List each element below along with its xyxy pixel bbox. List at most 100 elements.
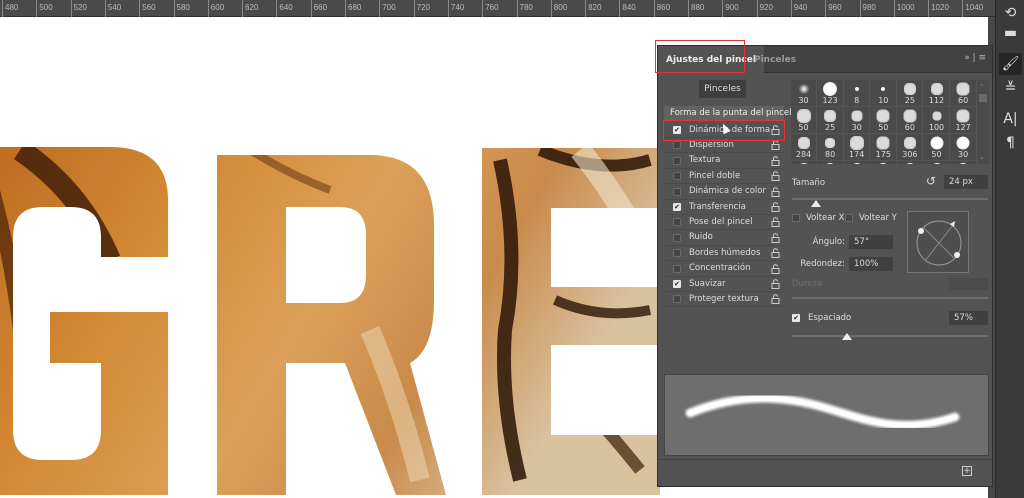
brush-preset[interactable]: 60 [950,80,977,107]
brush-option-2[interactable]: Textura [664,154,784,169]
brush-preset[interactable]: 306 [897,134,924,161]
flip-x-label: Voltear X [806,213,845,223]
spacing-slider-thumb[interactable] [841,333,852,340]
size-input[interactable]: 24 px [944,175,988,189]
spacing-input[interactable]: 57% [949,311,988,325]
brush-option-5[interactable]: ✔ Transferencia [664,200,784,215]
option-checkbox[interactable] [673,264,681,273]
brush-preset[interactable]: 127 [950,107,977,134]
reset-size-icon[interactable]: ↺ [926,174,936,188]
spacing-slider[interactable] [792,333,988,340]
option-checkbox[interactable]: ✔ [673,203,681,211]
lock-icon[interactable] [771,202,780,212]
option-checkbox[interactable] [673,249,681,258]
brush-option-6[interactable]: Pose del pincel [664,215,784,231]
tab-brushes[interactable]: Pinceles [746,46,804,73]
option-label: Transferencia [689,201,746,212]
brush-preset[interactable]: 100 [924,107,950,134]
brush-preset[interactable] [871,161,897,164]
brush-preset[interactable]: 50 [924,134,950,161]
lock-icon[interactable] [771,294,780,305]
option-checkbox[interactable] [673,218,681,227]
brush-option-1[interactable]: Dispersión [664,138,784,154]
history-icon[interactable]: ⟲ [999,2,1022,24]
brush-preset[interactable]: 25 [897,80,924,107]
brush-preset[interactable]: 123 [817,80,844,107]
stroke-preview-icon [685,393,960,430]
brush-preset[interactable]: 50 [870,107,897,134]
brush-option-9[interactable]: Concentración [664,262,784,277]
angle-input[interactable]: 57° [849,235,893,249]
option-checkbox[interactable]: ✔ [673,280,681,288]
size-slider[interactable] [792,198,988,207]
brush-option-11[interactable]: Proteger textura [664,292,784,308]
brush-preset[interactable]: 25 [817,107,844,134]
scroll-thumb[interactable] [979,94,987,102]
lock-icon[interactable] [771,279,780,289]
option-checkbox[interactable] [673,172,681,181]
brush-preset[interactable]: 60 [897,107,924,134]
roundness-input[interactable]: 100% [849,257,893,271]
paragraph-icon[interactable]: ¶ [999,132,1022,154]
character-icon[interactable]: A| [999,108,1022,130]
brush-preset[interactable] [791,161,817,164]
lock-icon[interactable] [771,186,780,197]
angle-roundness-widget[interactable] [907,211,969,273]
brush-preset[interactable] [818,161,844,164]
scroll-up-icon[interactable]: ⌃ [979,83,985,91]
brush-preset[interactable] [951,161,977,164]
brush-presets-icon[interactable]: ≚ [999,77,1022,99]
lock-icon[interactable] [771,248,780,259]
brush-preset[interactable]: 30 [844,107,871,134]
brush-grid-scrollbar[interactable]: ⌃ ⌄ [977,80,989,164]
flip-y-checkbox[interactable]: Voltear Y [845,213,897,223]
brush-tip-icon [851,110,863,122]
option-checkbox[interactable] [673,187,681,196]
brush-preset[interactable]: 30 [791,80,817,107]
right-toolbar: ⟲ ▬ 🖌 ≚ A| ¶ [995,0,1024,498]
brush-option-8[interactable]: Bordes húmedos [664,246,784,262]
lock-icon[interactable] [771,125,780,135]
option-checkbox[interactable] [673,141,681,150]
option-checkbox[interactable] [673,233,681,242]
flip-x-box[interactable] [792,214,800,222]
option-checkbox[interactable]: ✔ [673,126,681,134]
brush-option-4[interactable]: Dinámica de color [664,185,784,200]
brush-preset[interactable]: 80 [817,134,844,161]
brush-settings-icon[interactable]: 🖌 [999,53,1022,75]
brush-preset[interactable]: 8 [844,80,871,107]
comments-icon[interactable]: ▬ [999,22,1022,44]
brush-tip-shape-item[interactable]: Forma de la punta del pincel [664,106,791,121]
spacing-check-icon[interactable]: ✔ [792,314,800,322]
brush-preset[interactable] [844,161,871,164]
brush-preset[interactable] [897,161,924,164]
scroll-down-icon[interactable]: ⌄ [979,153,985,161]
flip-y-box[interactable] [845,214,853,222]
brush-preset[interactable]: 284 [791,134,817,161]
lock-icon[interactable] [771,263,780,274]
brush-preset[interactable]: 112 [924,80,950,107]
option-checkbox[interactable] [673,156,681,165]
brushes-button[interactable]: Pinceles [699,80,746,98]
brush-preset[interactable]: 175 [870,134,897,161]
lock-icon[interactable] [771,233,780,243]
brush-option-7[interactable]: Ruido [664,231,784,246]
brush-preset[interactable] [924,161,950,164]
lock-icon[interactable] [771,156,780,166]
brush-preset[interactable]: 30 [950,134,977,161]
brush-tip-icon [824,110,837,122]
brush-preset[interactable]: 50 [791,107,817,134]
spacing-checkbox[interactable]: ✔ Espaciado [792,313,851,323]
size-slider-thumb[interactable] [810,200,821,207]
lock-icon[interactable] [771,217,780,228]
brush-preset[interactable]: 10 [870,80,897,107]
brush-option-3[interactable]: Pincel doble [664,169,784,185]
lock-icon[interactable] [771,140,780,151]
brush-option-10[interactable]: ✔ Suavizar [664,277,784,292]
lock-icon[interactable] [771,171,780,182]
option-checkbox[interactable] [673,295,681,304]
brush-preset[interactable]: 174 [844,134,871,161]
flip-x-checkbox[interactable]: Voltear X [792,213,845,223]
panel-menu-icon[interactable]: » | ≡ [964,53,986,63]
new-brush-icon[interactable]: + [962,466,972,476]
